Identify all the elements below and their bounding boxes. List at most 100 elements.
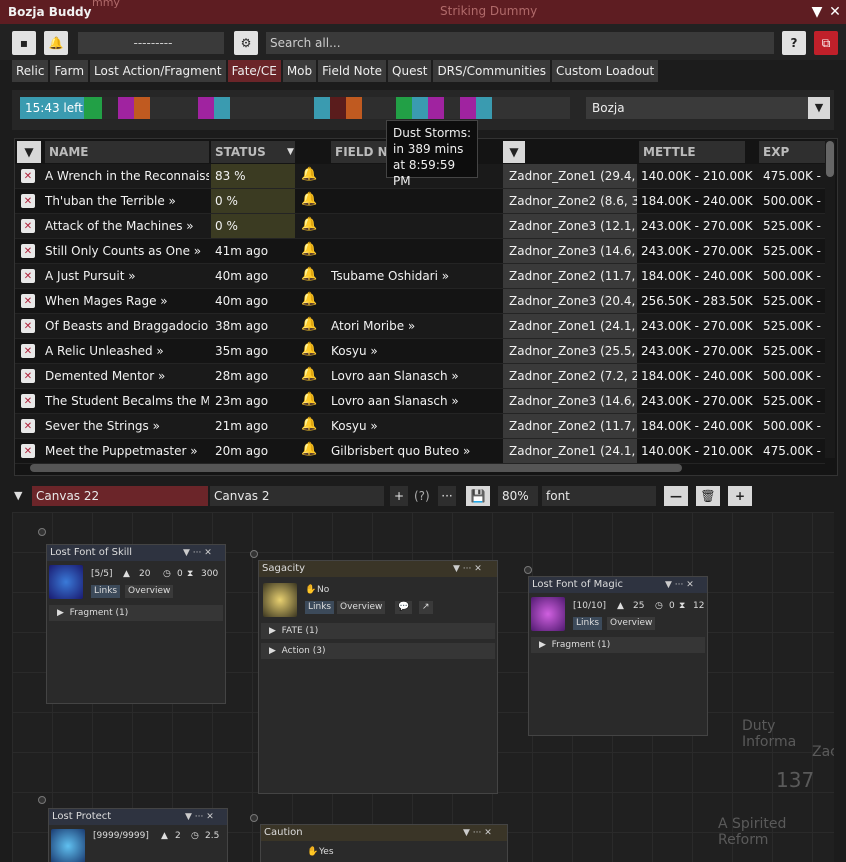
header-exp[interactable]: EXP [759, 141, 825, 163]
table-row[interactable]: ✕ Sever the Strings » 21m ago 🔔 Kosyu » Zadno… [15, 414, 825, 439]
zoom-input[interactable]: 80% [498, 486, 538, 506]
chevron-down-icon[interactable]: ▼ [808, 97, 830, 119]
tab-quest[interactable]: Quest [388, 60, 432, 82]
bell-icon[interactable]: 🔔 [301, 292, 317, 308]
links-tab[interactable]: Links [305, 601, 335, 614]
table-row[interactable]: ✕ A Relic Unleashed » 35m ago 🔔 Kosyu » Zadno… [15, 339, 825, 364]
table-row[interactable]: ✕ A Just Pursuit » 40m ago 🔔 Tsubame Oshidar… [15, 264, 825, 289]
fate-name[interactable]: Demented Mentor » [45, 364, 209, 388]
add-canvas-button[interactable]: + [390, 486, 408, 506]
links-tab[interactable]: Links [573, 617, 603, 630]
more-options-icon[interactable]: ··· [438, 486, 456, 506]
field-note-cell[interactable]: Kosyu » [331, 339, 501, 363]
collapse-icon[interactable]: ▼ [808, 3, 826, 21]
fragment-section[interactable]: ▶ Fragment (1) [49, 605, 223, 621]
tab-field-note[interactable]: Field Note [318, 60, 387, 82]
save-icon[interactable]: 💾 [466, 486, 490, 506]
font-input[interactable]: font [542, 486, 656, 506]
canvas-tab-active[interactable]: Canvas 22 [32, 486, 208, 506]
loadout-dropdown[interactable]: --------- [78, 32, 224, 54]
fate-name[interactable]: When Mages Rage » [45, 289, 209, 313]
node-title[interactable]: Caution ▼ ··· ✕ [261, 825, 507, 841]
zone-cell[interactable]: Zadnor_Zone1 (29.4, 3 [503, 164, 637, 188]
collapse-icon[interactable]: ▼ ··· ✕ [453, 561, 482, 577]
zone-cell[interactable]: Zadnor_Zone3 (20.4, 1 [503, 289, 637, 313]
zone-cell[interactable]: Zadnor_Zone2 (8.6, 34 [503, 189, 637, 213]
table-row[interactable]: ✕ Demented Mentor » 28m ago 🔔 Lovro aan Slan… [15, 364, 825, 389]
node-sagacity[interactable]: Sagacity ▼ ··· ✕ ✋ No Links Overview 💬 ↗ … [258, 560, 498, 794]
zone-cell[interactable]: Zadnor_Zone2 (11.7, 2 [503, 414, 637, 438]
collapse-icon[interactable]: ▼ ··· ✕ [185, 809, 214, 825]
field-note-cell[interactable]: Tsubame Oshidari » [331, 264, 501, 288]
link-anchor[interactable] [250, 814, 258, 822]
vertical-scrollbar[interactable] [825, 140, 835, 458]
table-row[interactable]: ✕ Of Beasts and Braggadocio » 38m ago 🔔 Ator… [15, 314, 825, 339]
tab-mob[interactable]: Mob [282, 60, 317, 82]
bell-icon[interactable]: 🔔 [301, 417, 317, 433]
filter-dropdown-icon[interactable]: ▼ [17, 141, 41, 163]
fragment-section[interactable]: ▶ Fragment (1) [531, 637, 705, 653]
fate-name[interactable]: A Relic Unleashed » [45, 339, 209, 363]
bell-icon[interactable]: 🔔 [44, 31, 68, 55]
node-title[interactable]: Lost Font of Skill ▼ ··· ✕ [47, 545, 225, 561]
fate-name[interactable]: The Student Becalms the Master [45, 389, 209, 413]
zone-cell[interactable]: Zadnor_Zone3 (14.6, 1 [503, 389, 637, 413]
node-title[interactable]: Lost Font of Magic ▼ ··· ✕ [529, 577, 707, 593]
bell-icon[interactable]: 🔔 [301, 267, 317, 283]
field-note-cell[interactable] [331, 239, 501, 263]
tab-relic[interactable]: Relic [12, 60, 49, 82]
table-row[interactable]: ✕ Meet the Puppetmaster » 20m ago 🔔 Gilbrisb… [15, 439, 825, 464]
action-section[interactable]: ▶ Action (3) [261, 643, 495, 659]
table-row[interactable]: ✕ Th'uban the Terrible » 0 % 🔔 Zadnor_Zone2 … [15, 189, 825, 214]
field-note-cell[interactable]: Gilbrisbert quo Buteo » [331, 439, 501, 463]
chat-icon[interactable]: 💬 [395, 601, 413, 614]
table-row[interactable]: ✕ The Student Becalms the Master 23m ago 🔔 L… [15, 389, 825, 414]
collapse-icon[interactable]: ▼ ··· ✕ [665, 577, 694, 593]
node-lost-font-of-skill[interactable]: Lost Font of Skill ▼ ··· ✕ [5/5] ▲ 20 ◷ 0… [46, 544, 226, 704]
tab-custom-loadout[interactable]: Custom Loadout [552, 60, 659, 82]
tab-lost-action[interactable]: Lost Action/Fragment [90, 60, 226, 82]
bell-icon[interactable]: 🔔 [301, 242, 317, 258]
collapse-canvas-icon[interactable]: ▼ [14, 489, 22, 502]
overview-tab[interactable]: Overview [337, 601, 386, 614]
network-icon[interactable]: ⧉ [814, 31, 838, 55]
bell-icon[interactable]: 🔔 [301, 342, 317, 358]
tab-drs[interactable]: DRS/Communities [433, 60, 550, 82]
horizontal-scrollbar[interactable] [30, 464, 682, 472]
fate-name[interactable]: Of Beasts and Braggadocio » [45, 314, 209, 338]
field-note-cell[interactable]: Atori Moribe » [331, 314, 501, 338]
header-name[interactable]: NAME [45, 141, 209, 163]
field-note-cell[interactable]: Lovro aan Slanasch » [331, 389, 501, 413]
link-anchor[interactable] [38, 796, 46, 804]
fate-name[interactable]: A Wrench in the Reconnaissance [45, 164, 209, 188]
link-anchor[interactable] [38, 528, 46, 536]
zone-cell[interactable]: Zadnor_Zone1 (24.1, 3 [503, 314, 637, 338]
collapse-icon[interactable]: ▼ ··· ✕ [463, 825, 492, 841]
node-lost-font-of-magic[interactable]: Lost Font of Magic ▼ ··· ✕ [10/10] ▲ 25 ◷… [528, 576, 708, 736]
node-caution[interactable]: Caution ▼ ··· ✕ ✋ Yes [260, 824, 508, 862]
search-input[interactable]: Search all... [266, 32, 774, 54]
node-title[interactable]: Sagacity ▼ ··· ✕ [259, 561, 497, 577]
header-mettle[interactable]: METTLE [639, 141, 745, 163]
bell-icon[interactable]: 🔔 [301, 317, 317, 333]
zone-select[interactable]: Bozja ▼ [586, 97, 830, 119]
overview-tab[interactable]: Overview [125, 585, 174, 598]
bell-icon[interactable]: 🔔 [301, 442, 317, 458]
zone-cell[interactable]: Zadnor_Zone3 (14.6, 1 [503, 239, 637, 263]
canvas-tab-other[interactable]: Canvas 2 [210, 486, 384, 506]
field-note-cell[interactable] [331, 289, 501, 313]
bell-icon[interactable]: 🔔 [301, 392, 317, 408]
zone-cell[interactable]: Zadnor_Zone2 (7.2, 28 [503, 364, 637, 388]
tab-farm[interactable]: Farm [50, 60, 89, 82]
gear-icon[interactable]: ⚙ [234, 31, 258, 55]
fate-name[interactable]: Meet the Puppetmaster » [45, 439, 209, 463]
title-bar[interactable]: mmy Bozja Buddy Striking Dummy ▼ ✕ [0, 0, 846, 24]
fate-name[interactable]: Sever the Strings » [45, 414, 209, 438]
weather-timeline[interactable]: 15:43 left [20, 97, 570, 119]
zone-filter-dropdown-icon[interactable]: ▼ [503, 141, 525, 163]
zone-cell[interactable]: Zadnor_Zone2 (11.7, 2 [503, 264, 637, 288]
field-note-cell[interactable] [331, 214, 501, 238]
field-note-cell[interactable]: Lovro aan Slanasch » [331, 364, 501, 388]
fate-section[interactable]: ▶ FATE (1) [261, 623, 495, 639]
zone-cell[interactable]: Zadnor_Zone1 (24.1, 3 [503, 439, 637, 463]
